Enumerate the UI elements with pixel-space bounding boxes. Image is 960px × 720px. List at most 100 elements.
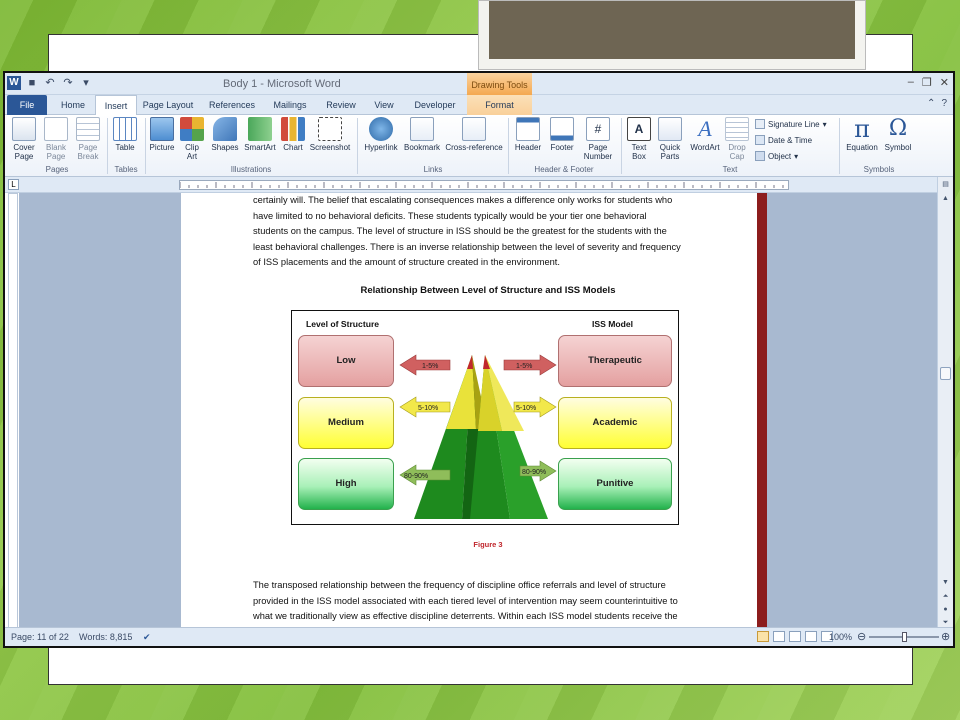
bookmark-button[interactable]: Bookmark <box>401 117 443 152</box>
select-browse-object-icon[interactable]: ● <box>940 604 951 615</box>
outline-icon[interactable] <box>805 631 817 642</box>
word-count[interactable]: Words: 8,815 <box>79 632 132 642</box>
group-separator <box>145 118 146 174</box>
signature-line-label: Signature Line <box>768 119 820 129</box>
quick-parts-button[interactable]: Quick Parts <box>655 117 685 161</box>
paragraph-line: provided in the ISS model associated wit… <box>253 595 678 606</box>
tab-insert[interactable]: Insert <box>95 95 137 116</box>
hyperlink-button[interactable]: Hyperlink <box>361 117 401 152</box>
group-label-text: Text <box>722 165 738 174</box>
page-number-icon: # <box>586 117 610 141</box>
screenshot-button[interactable]: Screenshot <box>307 117 353 152</box>
restore-icon[interactable]: ❐ <box>922 76 932 89</box>
minimize-icon[interactable]: – <box>908 76 914 89</box>
pyramid-graphic: 1-5% 1-5% 5-10% 5-10% 80-90% 80-90% <box>399 354 557 519</box>
scroll-up-icon[interactable]: ▲ <box>940 193 951 204</box>
cover-page-button[interactable]: Cover Page <box>9 117 39 161</box>
tab-format[interactable]: Format <box>467 95 532 115</box>
symbol-button[interactable]: Ω Symbol <box>881 117 915 153</box>
paragraph-line: The transposed relationship between the … <box>253 580 666 590</box>
shapes-button[interactable]: Shapes <box>209 117 241 152</box>
tab-mailings[interactable]: Mailings <box>267 95 313 115</box>
table-label: Table <box>115 143 135 152</box>
ruler-tick-marks <box>180 182 784 188</box>
vertical-ruler[interactable] <box>8 193 18 633</box>
group-separator <box>508 118 509 174</box>
chart-label: Chart <box>283 143 303 152</box>
chart-button[interactable]: Chart <box>279 117 307 152</box>
print-layout-icon[interactable] <box>757 631 769 642</box>
chevron-down-icon: ▾ <box>822 119 827 129</box>
chart-icon <box>281 117 305 141</box>
screenshot-label: Screenshot <box>309 143 351 152</box>
zoom-in-icon[interactable]: ⊕ <box>941 630 950 643</box>
header-icon <box>516 117 540 141</box>
ruler-toggle-icon[interactable]: ▤ <box>940 179 951 190</box>
signature-line-button[interactable]: Signature Line ▾ <box>755 119 827 129</box>
word-logo-icon[interactable]: W <box>7 76 21 90</box>
tab-review[interactable]: Review <box>321 95 361 115</box>
group-label-tables: Tables <box>114 165 138 174</box>
previous-page-icon[interactable]: ⏶ <box>940 591 951 602</box>
tab-home[interactable]: Home <box>53 95 93 115</box>
undo-icon[interactable]: ↶ <box>43 76 57 90</box>
tab-file[interactable]: File <box>7 95 47 115</box>
clip-art-button[interactable]: Clip Art <box>179 117 205 161</box>
minimize-ribbon-icon[interactable]: ⌃ <box>927 98 935 109</box>
horizontal-ruler[interactable] <box>179 180 789 190</box>
drawing-tools-label: Drawing Tools <box>467 73 532 95</box>
bookmark-icon <box>410 117 434 141</box>
customize-toolbar-icon[interactable]: ▾ <box>79 76 93 90</box>
equation-label: Equation <box>846 143 878 152</box>
vertical-scrollbar[interactable]: ▤ ▲ ▼ ⏶ ● ⏷ <box>937 177 953 631</box>
screenshot-icon <box>318 117 342 141</box>
help-icon[interactable]: ? <box>941 98 947 109</box>
page-count[interactable]: Page: 11 of 22 <box>11 632 69 642</box>
zoom-level[interactable]: 100% <box>829 632 852 642</box>
tab-page-layout[interactable]: Page Layout <box>141 95 195 115</box>
scroll-thumb[interactable] <box>940 367 951 380</box>
percent-label-high-right: 80-90% <box>522 469 546 476</box>
scroll-down-icon[interactable]: ▼ <box>940 577 951 588</box>
tab-developer[interactable]: Developer <box>409 95 461 115</box>
picture-button[interactable]: Picture <box>147 117 177 152</box>
full-screen-reading-icon[interactable] <box>773 631 785 642</box>
page-number-button[interactable]: # Page Number <box>579 117 617 161</box>
text-box-button[interactable]: A Text Box <box>625 117 653 161</box>
smartart-button[interactable]: SmartArt <box>241 117 279 152</box>
picture-icon <box>150 117 174 141</box>
calendar-icon <box>755 135 765 145</box>
date-time-button[interactable]: Date & Time <box>755 135 812 145</box>
close-icon[interactable]: ✕ <box>940 76 949 89</box>
group-label-pages: Pages <box>45 165 69 174</box>
tab-references[interactable]: References <box>205 95 259 115</box>
object-label: Object <box>768 151 792 161</box>
wordart-button[interactable]: A WordArt <box>687 117 723 153</box>
window-title: Body 1 - Microsoft Word <box>223 78 341 90</box>
equation-button[interactable]: π Equation <box>843 117 881 152</box>
cross-reference-button[interactable]: Cross-reference <box>443 117 505 152</box>
figure-caption: Figure 3 <box>473 540 503 549</box>
zoom-slider[interactable] <box>869 632 939 642</box>
drop-cap-button[interactable]: Drop Cap <box>723 117 751 161</box>
page-break-button[interactable]: Page Break <box>73 117 103 161</box>
cross-reference-label: Cross-reference <box>445 143 503 152</box>
slide-top-placeholder <box>478 0 866 70</box>
ruler-ticks <box>180 182 784 188</box>
table-button[interactable]: Table <box>111 117 139 152</box>
header-button[interactable]: Header <box>511 117 545 152</box>
footer-button[interactable]: Footer <box>545 117 579 152</box>
redo-icon[interactable]: ↷ <box>61 76 75 90</box>
proofing-icon[interactable]: ✔ <box>143 632 151 643</box>
tab-selector-icon[interactable]: L <box>8 179 19 190</box>
object-button[interactable]: Object ▾ <box>755 151 798 161</box>
structure-diagram[interactable]: Level of Structure ISS Model Low Medium … <box>291 310 679 525</box>
zoom-out-icon[interactable]: ⊖ <box>857 630 866 643</box>
document-page[interactable]: certainly will. The belief that escalati… <box>181 193 767 631</box>
web-layout-icon[interactable] <box>789 631 801 642</box>
blank-page-button[interactable]: Blank Page <box>41 117 71 161</box>
save-icon[interactable]: ■ <box>25 76 39 90</box>
smartart-label: SmartArt <box>244 143 276 152</box>
zoom-slider-thumb[interactable] <box>902 632 907 642</box>
tab-view[interactable]: View <box>367 95 401 115</box>
